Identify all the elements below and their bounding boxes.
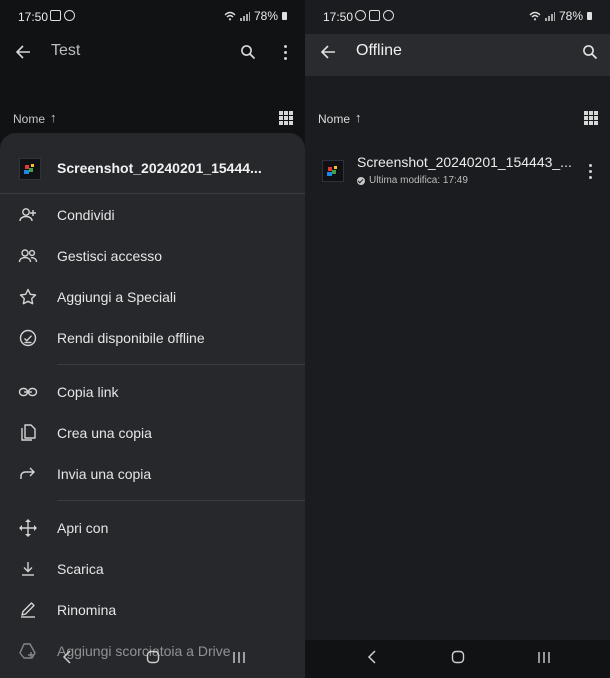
forward-icon [18, 464, 38, 484]
link-icon [18, 382, 38, 402]
sort-arrow-icon[interactable]: ↑ [355, 110, 362, 125]
nav-back-icon[interactable] [62, 650, 72, 668]
back-arrow-icon[interactable] [317, 41, 339, 63]
last-modified: Ultima modifica: 17:49 [369, 175, 468, 186]
nav-home-icon[interactable] [146, 650, 160, 668]
search-icon[interactable] [237, 41, 259, 63]
copy-icon [18, 423, 38, 443]
image-notification-icon [369, 10, 380, 21]
nav-home-icon[interactable] [451, 650, 465, 668]
people-icon [18, 246, 38, 266]
person-add-icon [18, 205, 38, 225]
menu-item-label: Condividi [57, 207, 115, 223]
battery-icon [282, 12, 287, 20]
app-notification-icon [64, 10, 75, 21]
battery-percent: 78% [253, 9, 278, 23]
offline-check-icon [357, 176, 365, 185]
navigation-bar [0, 640, 305, 678]
list-item[interactable]: Screenshot_20240201_154443_... Ultima mo… [305, 148, 610, 196]
menu-item-label: Aggiungi a Speciali [57, 289, 177, 305]
menu-item-label: Invia una copia [57, 466, 152, 482]
signal-icon [239, 12, 250, 21]
page-title: Offline [356, 42, 402, 59]
status-right: 78% [529, 9, 592, 23]
page-title: Test [51, 42, 81, 59]
signal-icon [544, 12, 555, 21]
menu-item-manage-access[interactable]: Gestisci accesso [0, 237, 305, 275]
divider [57, 500, 305, 501]
file-name: Screenshot_20240201_154443_... [357, 154, 572, 170]
sort-bar: Nome ↑ [305, 108, 610, 130]
image-notification-icon [50, 10, 61, 21]
menu-item-make-offline[interactable]: Rendi disponibile offline [0, 319, 305, 357]
grid-view-icon[interactable] [584, 111, 598, 125]
sort-arrow-icon[interactable]: ↑ [50, 110, 57, 125]
grid-view-icon[interactable] [279, 111, 293, 125]
status-time: 17:50 [18, 10, 49, 24]
menu-item-make-copy[interactable]: Crea una copia [0, 414, 305, 452]
search-icon[interactable] [579, 41, 601, 63]
status-bar: 17:50 78% [0, 0, 305, 34]
app-bar: Offline [305, 34, 610, 76]
menu-item-label: Scarica [57, 561, 104, 577]
rename-icon [18, 600, 38, 620]
sort-label[interactable]: Nome [318, 112, 350, 126]
wifi-icon [224, 11, 236, 21]
nav-back-icon[interactable] [367, 650, 377, 668]
more-options-icon[interactable] [284, 45, 287, 60]
battery-percent: 78% [558, 9, 583, 23]
left-screen: 17:50 78% Test Nome ↑ Screenshot_2024020… [0, 0, 305, 678]
menu-item-label: Rinomina [57, 602, 117, 618]
menu-item-add-starred[interactable]: Aggiungi a Speciali [0, 278, 305, 316]
menu-item-label: Gestisci accesso [57, 248, 163, 264]
status-right: 78% [224, 9, 287, 23]
notification-icons [355, 10, 394, 21]
sort-bar: Nome ↑ [0, 108, 305, 130]
notification-icons [50, 10, 75, 21]
app-bar: Test [0, 34, 305, 76]
menu-item-label: Rendi disponibile offline [57, 330, 205, 346]
sheet-header: Screenshot_20240201_15444... [0, 141, 305, 194]
app-notification-icon [383, 10, 394, 21]
offline-icon [18, 328, 38, 348]
wifi-icon [529, 11, 541, 21]
star-icon [18, 287, 38, 307]
menu-item-label: Copia link [57, 384, 119, 400]
more-options-icon[interactable] [589, 164, 592, 179]
menu-item-label: Apri con [57, 520, 109, 536]
menu-item-copy-link[interactable]: Copia link [0, 373, 305, 411]
menu-item-rename[interactable]: Rinomina [0, 591, 305, 629]
file-thumbnail [19, 158, 41, 180]
nav-recents-icon[interactable] [232, 650, 246, 668]
back-arrow-icon[interactable] [12, 41, 34, 63]
menu-item-share[interactable]: Condividi [0, 196, 305, 234]
divider [57, 364, 305, 365]
battery-icon [587, 12, 592, 20]
right-screen: 17:50 78% Offline Nome ↑ Screenshot_2024… [305, 0, 610, 678]
menu-item-open-with[interactable]: Apri con [0, 509, 305, 547]
sort-label[interactable]: Nome [13, 112, 45, 126]
menu-item-send-copy[interactable]: Invia una copia [0, 455, 305, 493]
open-with-icon [18, 518, 38, 538]
download-icon [18, 559, 38, 579]
file-thumbnail [322, 160, 344, 182]
file-meta: Ultima modifica: 17:49 [357, 175, 468, 186]
navigation-bar [305, 640, 610, 678]
app-notification-icon [355, 10, 366, 21]
bottom-sheet: Screenshot_20240201_15444... Condividi G… [0, 133, 305, 678]
nav-recents-icon[interactable] [537, 650, 551, 668]
sheet-file-name: Screenshot_20240201_15444... [57, 160, 262, 176]
menu-item-download[interactable]: Scarica [0, 550, 305, 588]
status-bar: 17:50 78% [305, 0, 610, 34]
status-time: 17:50 [323, 10, 354, 24]
menu-item-label: Crea una copia [57, 425, 152, 441]
